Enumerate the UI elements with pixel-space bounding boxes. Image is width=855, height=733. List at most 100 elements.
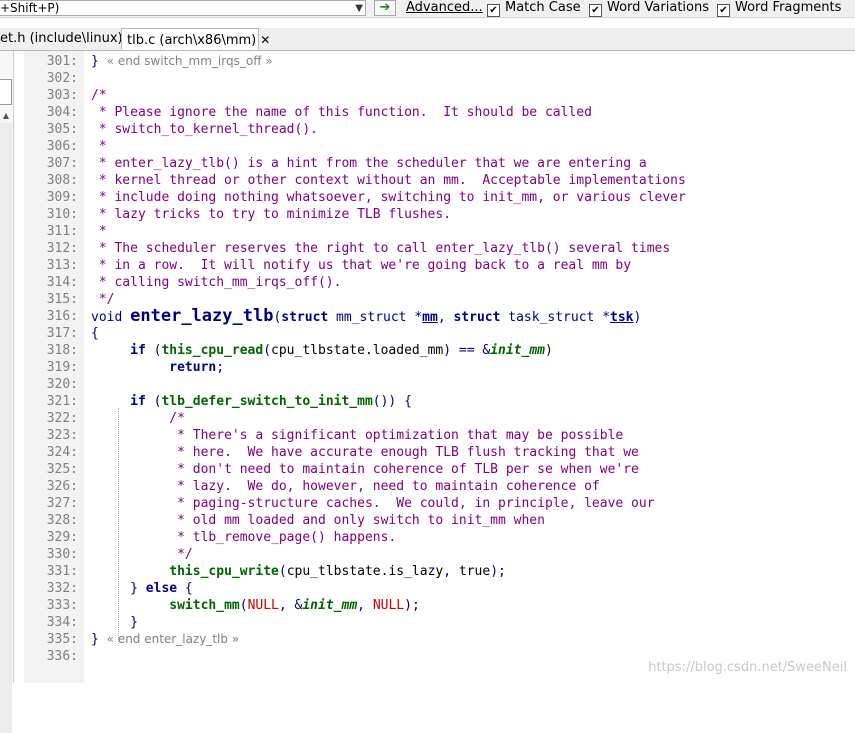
code-token: enter_lazy_tlb [130, 306, 274, 326]
code-line: { [91, 325, 99, 342]
line-number: 301: [46, 54, 78, 69]
word-variations-label: Word Variations [607, 0, 709, 15]
code-token: , [437, 310, 454, 325]
line-number: 327: [46, 496, 78, 511]
code-line: * tlb_remove_page() happens. [91, 529, 396, 546]
code-token: } [91, 632, 107, 647]
code-token: ( [145, 394, 162, 409]
code-token: else [145, 581, 178, 596]
code-token: * paging-structure caches. We could, in … [169, 496, 655, 511]
code-line: /* [91, 410, 185, 427]
code-line: * here. We have accurate enough TLB flus… [91, 444, 639, 461]
find-toolbar: +Shift+P) ▼ ➔ Advanced... ✔ Match Case ✔ W… [0, 0, 855, 18]
line-number: 330: [46, 547, 78, 562]
code-token: * The scheduler reserves the right to ca… [91, 241, 671, 256]
code-token: * calling switch_mm_irqs_off(). [91, 275, 342, 290]
side-scrollbar[interactable] [0, 123, 12, 733]
code-token: , [443, 564, 459, 579]
close-icon[interactable]: ✕ [260, 33, 270, 47]
chevron-down-icon[interactable]: ▼ [355, 1, 363, 16]
line-number: 335: [46, 632, 78, 647]
code-token: } [91, 54, 107, 69]
code-token: * include doing nothing whatsoever, swit… [91, 190, 686, 205]
code-line: } else { [91, 580, 193, 597]
tab-et-h[interactable]: et.h (include\linux) [0, 28, 123, 50]
code-token: } [130, 581, 146, 596]
code-line: * [91, 138, 107, 155]
code-token: this_cpu_read [161, 343, 264, 358]
code-line: if (tlb_defer_switch_to_init_mm()) { [91, 393, 412, 410]
code-token: init_mm [490, 343, 545, 358]
code-token: * tlb_remove_page() happens. [169, 530, 397, 545]
tab-tlb-c[interactable]: tlb.c (arch\x86\mm) ✕ [121, 28, 270, 50]
line-number: 302: [46, 71, 78, 86]
line-number: 309: [46, 190, 78, 205]
code-line: * enter_lazy_tlb() is a hint from the sc… [91, 155, 647, 172]
code-token: ()) { [372, 394, 412, 409]
advanced-button[interactable]: Advanced... [406, 0, 483, 16]
line-number: 328: [46, 513, 78, 528]
code-token: * There's a significant optimization tha… [169, 428, 624, 443]
checkbox-box: ✔ [589, 4, 602, 17]
line-number: 325: [46, 462, 78, 477]
code-token: switch_mm [169, 598, 240, 613]
line-number: 323: [46, 428, 78, 443]
code-token: * in a row. It will notify us that we're… [91, 258, 632, 273]
side-panel-field[interactable] [0, 79, 12, 105]
code-token: ) [544, 343, 553, 358]
line-number: 320: [46, 377, 78, 392]
line-number: 329: [46, 530, 78, 545]
line-number: 331: [46, 564, 78, 579]
line-number: 333: [46, 598, 78, 613]
code-token: mm_struct * [328, 310, 423, 325]
code-line: * [91, 223, 107, 240]
code-token: cpu_tlbstate.loaded_mm [271, 343, 444, 358]
code-token: , & [278, 598, 303, 613]
code-line: } [91, 614, 138, 631]
code-line: * include doing nothing whatsoever, swit… [91, 189, 686, 206]
line-number: 312: [46, 241, 78, 256]
arrow-right-icon[interactable]: ➔ [374, 0, 396, 16]
word-fragments-checkbox[interactable]: ✔ Word Fragments [717, 0, 841, 17]
scroll-up-icon[interactable]: ▲ [0, 111, 12, 121]
code-line: /* [91, 87, 107, 104]
code-token: NULL [247, 598, 279, 613]
file-tab-bar: et.h (include\linux) tlb.c (arch\x86\mm)… [0, 28, 855, 51]
code-token: * old mm loaded and only switch to init_… [169, 513, 545, 528]
code-token: ( [239, 598, 248, 613]
search-input[interactable]: +Shift+P) ▼ [0, 0, 366, 16]
line-number: 315: [46, 292, 78, 307]
code-token: ( [263, 343, 272, 358]
code-token: ); [490, 564, 506, 579]
word-variations-checkbox[interactable]: ✔ Word Variations [589, 0, 709, 17]
code-line: * lazy. We do, however, need to maintain… [91, 478, 600, 495]
line-number: 307: [46, 156, 78, 171]
code-line: * Please ignore the name of this functio… [91, 104, 592, 121]
watermark: https://blog.csdn.net/SweeNeil [648, 660, 847, 675]
code-line: * kernel thread or other context without… [91, 172, 686, 189]
line-number: 334: [46, 615, 78, 630]
line-number: 322: [46, 411, 78, 426]
code-token: return [169, 360, 217, 375]
line-number: 311: [46, 224, 78, 239]
code-line: * calling switch_mm_irqs_off(). [91, 274, 342, 291]
match-case-label: Match Case [505, 0, 581, 15]
match-case-checkbox[interactable]: ✔ Match Case [487, 0, 581, 17]
code-line: } « end enter_lazy_tlb » [91, 631, 239, 648]
code-token: ) [633, 310, 642, 325]
code-token: tlb_defer_switch_to_init_mm [161, 394, 373, 409]
code-line: * There's a significant optimization tha… [91, 427, 623, 444]
line-number: 310: [46, 207, 78, 222]
code-token: tsk [610, 310, 634, 325]
line-number: 304: [46, 105, 78, 120]
code-line: * lazy tricks to try to minimize TLB flu… [91, 206, 451, 223]
code-token: * enter_lazy_tlb() is a hint from the sc… [91, 156, 647, 171]
